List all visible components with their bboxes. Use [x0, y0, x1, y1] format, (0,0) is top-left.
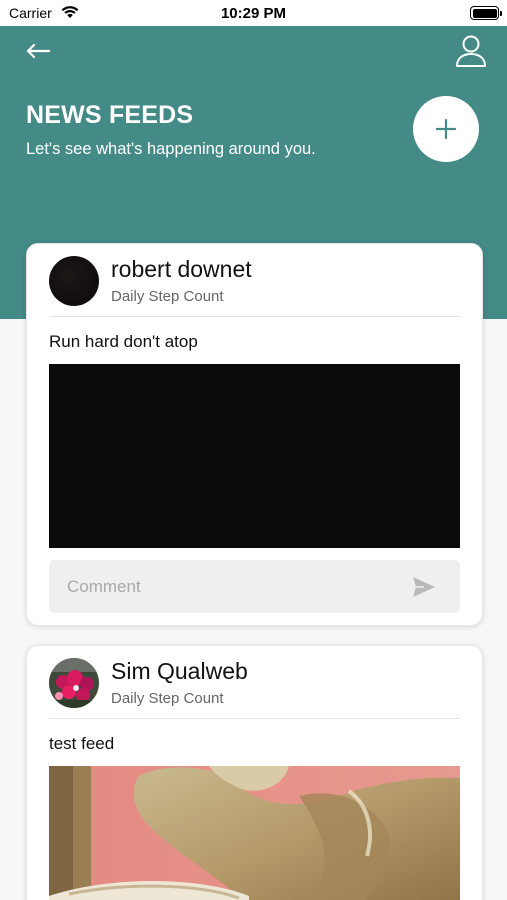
user-icon[interactable]: [454, 34, 488, 68]
page-title: NEWS FEEDS: [26, 101, 194, 129]
battery-icon: [470, 6, 502, 20]
avatar[interactable]: [49, 658, 99, 708]
feed-meta: Daily Step Count: [111, 690, 224, 707]
feed-meta: Daily Step Count: [111, 288, 224, 305]
divider: [49, 718, 460, 719]
add-post-button[interactable]: [413, 96, 479, 162]
arrow-left-icon[interactable]: [25, 42, 53, 60]
feed-text: test feed: [49, 734, 115, 753]
feed-card: robert downet Daily Step Count Run hard …: [26, 243, 483, 626]
status-time: 10:29 PM: [220, 5, 287, 22]
status-bar: Carrier 10:29 PM: [0, 0, 507, 26]
page-subtitle: Let's see what's happening around you.: [26, 140, 316, 158]
feed-card: Sim Qualweb Daily Step Count test feed: [26, 645, 483, 900]
comment-input[interactable]: [67, 560, 387, 613]
avatar[interactable]: [49, 256, 99, 306]
send-icon[interactable]: [412, 576, 436, 598]
feed-image[interactable]: [49, 364, 460, 548]
comment-box: [49, 560, 460, 613]
feed-author[interactable]: robert downet: [111, 256, 252, 283]
feed-image[interactable]: [49, 766, 460, 900]
feed-author[interactable]: Sim Qualweb: [111, 658, 248, 685]
divider: [49, 316, 460, 317]
plus-icon: [435, 118, 457, 140]
feed-text: Run hard don't atop: [49, 332, 198, 351]
